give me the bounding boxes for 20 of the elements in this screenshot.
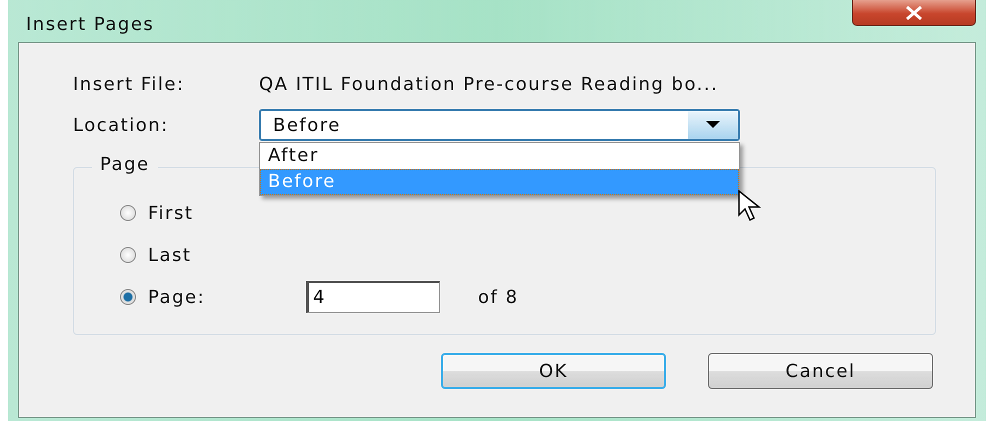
page-number-field[interactable]: 4 <box>306 281 440 313</box>
page-count: of 8 <box>478 286 519 308</box>
radio-button[interactable] <box>120 205 136 221</box>
radio-label: Page: <box>148 286 206 308</box>
radio-button[interactable] <box>120 247 136 263</box>
group-title: Page <box>92 154 158 175</box>
window-title: Insert Pages <box>26 14 154 35</box>
radio-label: First <box>148 202 194 224</box>
close-icon <box>903 6 925 20</box>
insert-file-label: Insert File: <box>73 74 186 94</box>
cancel-button[interactable]: Cancel <box>708 353 933 389</box>
location-dropdown[interactable]: Before <box>259 109 740 141</box>
radio-button[interactable] <box>120 289 136 305</box>
radio-label: Last <box>148 244 192 266</box>
caret-icon <box>706 121 720 129</box>
location-label: Location: <box>73 114 170 136</box>
dropdown-option[interactable]: After <box>260 143 739 169</box>
close-button[interactable] <box>852 0 976 26</box>
ok-button[interactable]: OK <box>441 353 666 389</box>
insert-file-name: QA ITIL Foundation Pre-course Reading bo... <box>259 74 718 94</box>
